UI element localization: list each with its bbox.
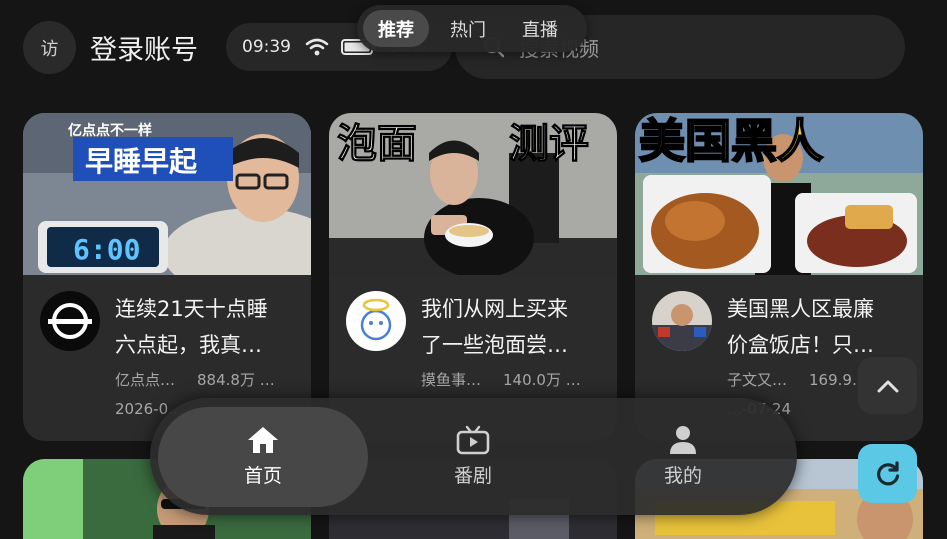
video-meta: 亿点点… 884.8万 … — [115, 369, 275, 390]
channel-avatar[interactable] — [40, 291, 100, 351]
refresh-button[interactable] — [858, 444, 917, 503]
video-author: 亿点点… — [115, 371, 176, 389]
thumb-headline: 早睡早起 — [85, 145, 198, 178]
tab-live[interactable]: 直播 — [507, 10, 573, 47]
channel-avatar[interactable] — [346, 291, 406, 351]
nav-home[interactable]: 首页 — [158, 406, 368, 507]
video-thumbnail: 美国黑人 — [635, 113, 923, 275]
nav-mine[interactable]: 我的 — [578, 407, 788, 507]
visitor-avatar[interactable]: 访 — [23, 21, 76, 74]
video-title[interactable]: 我们从网上买来 了一些泡面尝… — [421, 291, 605, 363]
video-author: 子文又… — [727, 371, 788, 389]
video-thumbnail: 泡面 测评 — [329, 113, 617, 275]
video-views: 140.0万 … — [503, 371, 581, 389]
chevron-up-icon — [877, 380, 898, 392]
video-meta: 摸鱼事… 140.0万 … — [421, 369, 581, 390]
wifi-icon — [305, 38, 329, 56]
nav-bangumi[interactable]: 番剧 — [368, 407, 578, 507]
channel-avatar[interactable] — [652, 291, 712, 351]
refresh-icon — [876, 460, 899, 485]
video-thumbnail: 亿点点不一样 早睡早起 6:00 — [23, 113, 311, 275]
video-card[interactable]: 亿点点不一样 早睡早起 6:00 连续21天十点睡 六点起，我真… 亿点点… 88… — [23, 113, 311, 441]
video-author: 摸鱼事… — [421, 371, 482, 389]
status-time: 09:39 — [242, 37, 291, 57]
nav-home-label: 首页 — [243, 465, 282, 487]
thumb-clock-time: 6:00 — [73, 233, 140, 266]
login-account-link[interactable]: 登录账号 — [90, 28, 198, 67]
tv-icon — [456, 425, 490, 455]
person-icon — [670, 426, 696, 454]
video-views: 884.8万 … — [197, 371, 275, 389]
top-tab-bar: 推荐 热门 直播 — [357, 5, 587, 52]
thumb-headline-right: 测评 — [509, 121, 589, 167]
visitor-badge-text: 访 — [40, 38, 59, 60]
nav-mine-label: 我的 — [663, 465, 702, 487]
scroll-top-button[interactable] — [858, 357, 917, 414]
tab-recommend[interactable]: 推荐 — [363, 10, 429, 47]
video-card[interactable]: 泡面 测评 我们从网上买来 了一些泡面尝… 摸鱼事… 140.0万 … — [329, 113, 617, 441]
video-title[interactable]: 连续21天十点睡 六点起，我真… — [115, 291, 299, 363]
thumb-headline-left: 泡面 — [337, 121, 417, 167]
tab-hot[interactable]: 热门 — [435, 10, 501, 47]
video-title[interactable]: 美国黑人区最廉 价盒饭店！只… — [727, 291, 911, 363]
bottom-nav-bar: 首页 番剧 我的 — [150, 398, 797, 515]
video-meta: 子文又… 169.9… — [727, 369, 867, 390]
nav-bangumi-label: 番剧 — [453, 465, 492, 487]
thumb-headline: 美国黑人 — [639, 114, 823, 168]
thumb-caption: 亿点点不一样 — [68, 122, 152, 139]
home-icon — [248, 427, 278, 453]
